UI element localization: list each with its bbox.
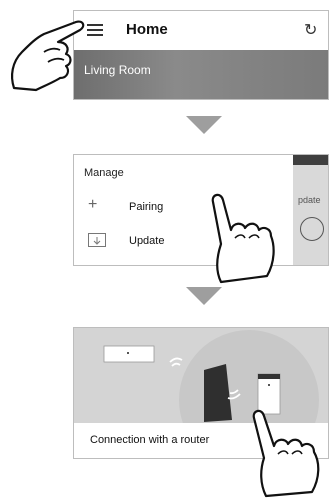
- page-title: Home: [126, 21, 168, 38]
- manage-menu-panel: pdate Manage + Pairing Update: [73, 154, 329, 266]
- tapping-hand-icon: [252, 409, 320, 498]
- tapping-hand-icon: [211, 193, 275, 284]
- manage-heading: Manage: [84, 167, 124, 179]
- menu-item-pairing[interactable]: Pairing: [129, 201, 163, 213]
- home-screen-panel: Home ↻ Living Room: [73, 10, 329, 100]
- refresh-icon[interactable]: ↻: [304, 20, 317, 40]
- power-icon: [300, 217, 324, 241]
- room-card[interactable]: Living Room: [74, 50, 328, 99]
- down-arrow-icon: [186, 116, 222, 134]
- download-icon: [88, 233, 106, 247]
- background-update-label: pdate: [298, 195, 321, 205]
- plus-icon: +: [88, 196, 98, 213]
- down-arrow-icon: [186, 287, 222, 305]
- menu-item-update[interactable]: Update: [129, 235, 164, 247]
- tapping-hand-icon: [11, 20, 85, 92]
- background-screen: [293, 155, 328, 265]
- top-bar: Home ↻: [74, 11, 328, 50]
- background-header: [293, 155, 328, 165]
- router-connection-label: Connection with a router: [90, 434, 210, 446]
